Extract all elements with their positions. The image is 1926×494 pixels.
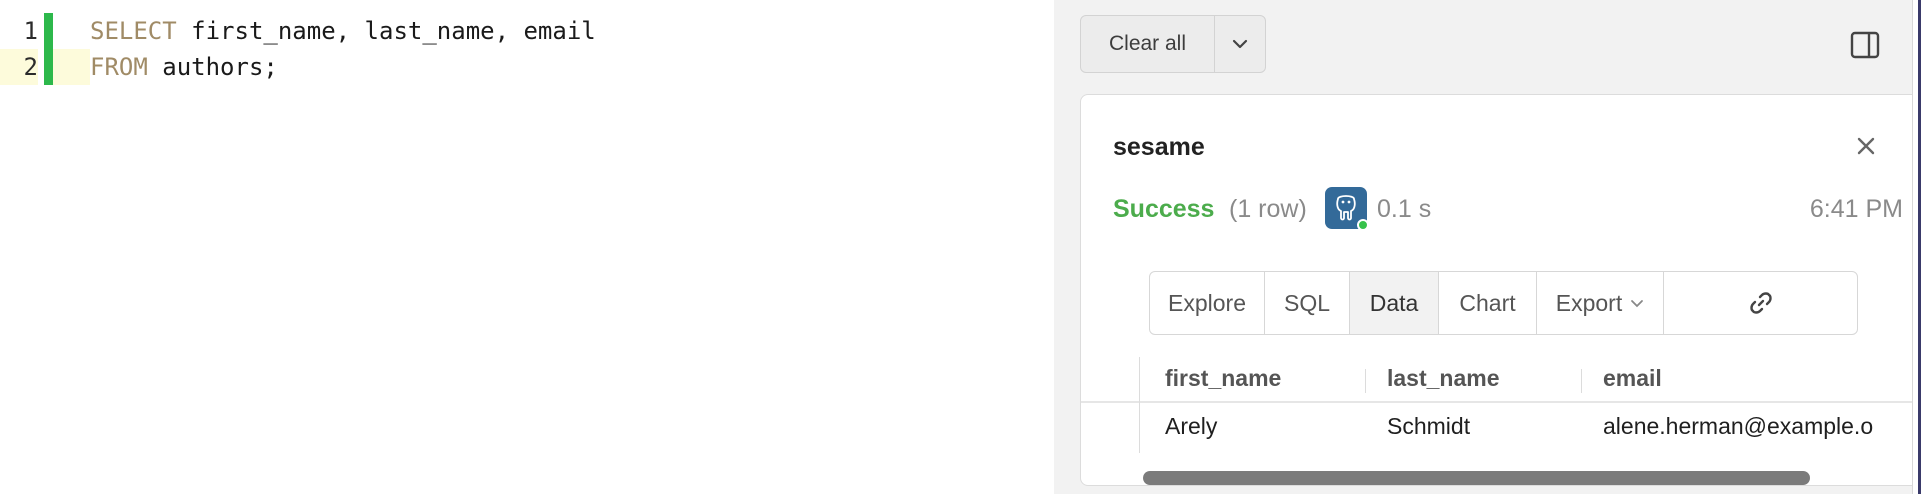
sql-text: authors;: [147, 53, 278, 81]
chevron-down-icon: [1631, 299, 1644, 307]
line-number: 2: [0, 49, 38, 85]
query-duration: 0.1 s: [1377, 195, 1432, 223]
sidebar-panel-icon: [1850, 31, 1880, 59]
query-status-row: Success (1 row) 0.1 s 6:41 PM: [1113, 187, 1903, 231]
chevron-down-icon: [1232, 39, 1248, 49]
window-edge-bar: [1918, 0, 1921, 494]
table-cell[interactable]: Schmidt: [1387, 413, 1470, 440]
row-count: (1 row): [1229, 195, 1307, 223]
export-label: Export: [1555, 289, 1623, 316]
code-line-2[interactable]: 2 FROM authors;: [0, 49, 1054, 85]
clear-all-split-button: Clear all: [1080, 15, 1266, 73]
sql-text: first_name, last_name, email: [176, 17, 596, 45]
sql-keyword: SELECT: [90, 17, 177, 45]
connection-status-dot: [1357, 219, 1369, 231]
column-header[interactable]: last_name: [1387, 365, 1500, 392]
data-grid[interactable]: first_name last_name email Arely Schmidt…: [1081, 357, 1926, 485]
postgresql-icon: [1325, 187, 1369, 231]
copy-link-button[interactable]: [1664, 272, 1857, 334]
column-header[interactable]: email: [1603, 365, 1662, 392]
result-card: sesame Success (1 row) 0.1 s 6:41 PM Exp…: [1080, 94, 1926, 486]
tab-sql[interactable]: SQL: [1265, 272, 1350, 334]
column-header[interactable]: first_name: [1165, 365, 1281, 392]
code-line-1[interactable]: 1 SELECT first_name, last_name, email: [0, 13, 1054, 49]
query-timestamp: 6:41 PM: [1809, 195, 1903, 223]
column-resize-handle[interactable]: [1365, 369, 1366, 393]
change-marker: [44, 13, 53, 49]
code-text: FROM authors;: [90, 49, 278, 85]
active-line-highlight: [53, 49, 90, 85]
change-marker: [44, 49, 53, 85]
sidebar-toggle-button[interactable]: [1850, 30, 1880, 60]
table-cell[interactable]: alene.herman@example.o: [1603, 413, 1873, 440]
line-number: 1: [23, 17, 38, 45]
results-panel: Clear all sesame Success (1 row) 0.1 s 6…: [1054, 0, 1926, 494]
link-icon: [1749, 292, 1772, 314]
close-icon: [1857, 137, 1875, 155]
tab-explore[interactable]: Explore: [1150, 272, 1265, 334]
table-cell[interactable]: Arely: [1165, 413, 1217, 440]
clear-all-button[interactable]: Clear all: [1081, 16, 1215, 72]
header-divider: [1081, 401, 1926, 403]
tab-chart[interactable]: Chart: [1439, 272, 1537, 334]
tab-data[interactable]: Data: [1350, 272, 1439, 334]
column-resize-handle[interactable]: [1581, 369, 1582, 393]
close-result-button[interactable]: [1851, 131, 1881, 161]
code-text: SELECT first_name, last_name, email: [90, 13, 596, 49]
status-text: Success: [1113, 195, 1215, 223]
grid-header: first_name last_name email: [1081, 357, 1926, 401]
row-index-divider: [1139, 357, 1140, 453]
sql-editor[interactable]: 1 SELECT first_name, last_name, email 2 …: [0, 0, 1054, 494]
sql-keyword: FROM: [90, 53, 148, 81]
result-view-tabs: Explore SQL Data Chart Export: [1149, 271, 1858, 335]
clear-options-button[interactable]: [1215, 16, 1265, 72]
horizontal-scrollbar[interactable]: [1143, 471, 1810, 485]
window-edge: [1912, 0, 1926, 494]
tab-export[interactable]: Export: [1537, 272, 1664, 334]
connection-name: sesame: [1113, 133, 1205, 161]
